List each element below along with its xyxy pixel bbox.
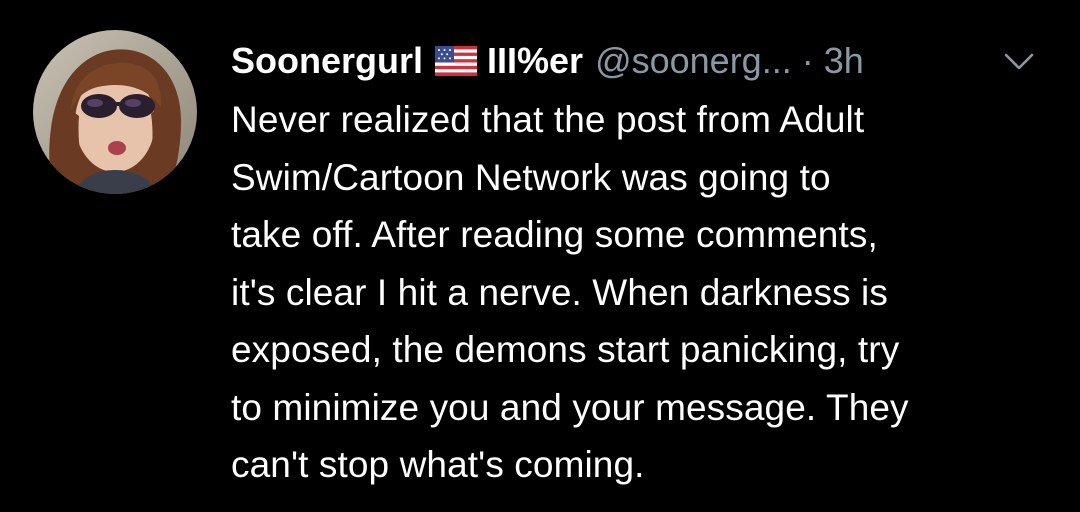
tweet-text-line: take off. After reading some comments, (231, 214, 878, 255)
display-name-suffix[interactable]: III%er (487, 36, 583, 86)
user-handle[interactable]: @soonerg... (595, 36, 792, 86)
timestamp[interactable]: 3h (824, 36, 864, 86)
avatar[interactable] (33, 30, 197, 194)
profile-photo-avatar (33, 30, 197, 194)
tweet-text-line: can't stop what's coming. (231, 444, 645, 485)
us-flag-icon (435, 46, 478, 76)
tweet-text-line: it's clear I hit a nerve. When darkness … (231, 271, 888, 313)
display-name[interactable]: Soonergurl (231, 36, 423, 86)
chevron-down-icon (1004, 53, 1034, 70)
tweet-text-line: Swim/Cartoon Network was going to (231, 156, 831, 198)
separator-dot: · (801, 40, 814, 81)
tweet-text-line: to minimize you and your message. They (231, 386, 909, 428)
tweet[interactable]: Soonergurl III%er @soonerg... · 3h Never… (0, 0, 1080, 512)
tweet-text-line: Never realized that the post from Adult (231, 99, 865, 140)
tweet-menu-button[interactable] (1002, 50, 1036, 74)
tweet-header: Soonergurl III%er @soonerg... · 3h (231, 36, 864, 86)
tweet-text-line: exposed, the demons start panicking, try (231, 329, 900, 370)
tweet-text: Never realized that the post from Adult … (231, 91, 1051, 494)
